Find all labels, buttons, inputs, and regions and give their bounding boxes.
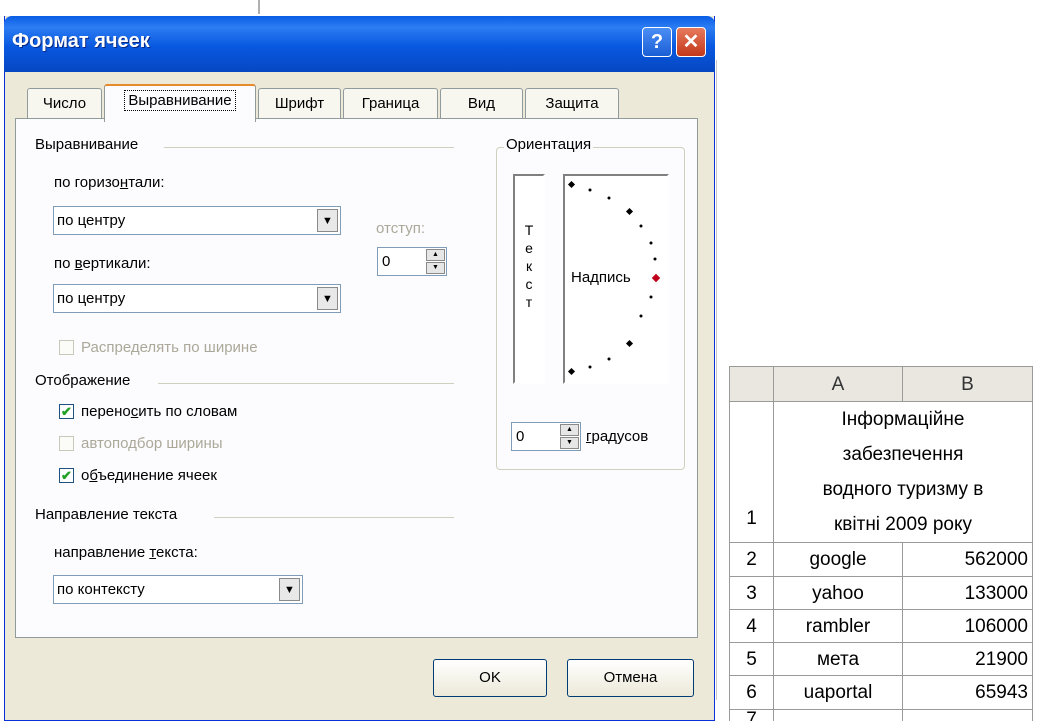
- title-line: забезпечення: [842, 444, 964, 465]
- merge-cells-checkbox[interactable]: ✔: [59, 468, 74, 483]
- table-cell[interactable]: uaportal: [774, 676, 903, 710]
- dial-marker-icon: [651, 273, 661, 283]
- table-cell[interactable]: [774, 710, 903, 721]
- dialog-title: Формат ячеек: [12, 30, 150, 52]
- degrees-spinner[interactable]: 0 ▲ ▼: [511, 422, 581, 451]
- horizontal-label: по горизонтали:: [54, 174, 165, 191]
- title-line: Інформаційне: [841, 409, 965, 430]
- check-icon: ✔: [61, 404, 72, 419]
- tab-border[interactable]: Граница: [343, 88, 438, 119]
- bg-gridline: [258, 0, 260, 14]
- vertical-text-char: к: [525, 258, 533, 274]
- tab-label: Число: [42, 95, 87, 112]
- tab-label: Граница: [361, 95, 420, 112]
- vertical-align-select[interactable]: по центру ▼: [53, 284, 341, 313]
- group-divider: [158, 383, 454, 384]
- close-button[interactable]: ✕: [676, 27, 706, 57]
- direction-group-label: Направление текста: [35, 506, 178, 523]
- chevron-down-icon[interactable]: ▼: [317, 287, 338, 310]
- check-icon: ✔: [61, 468, 72, 483]
- tab-protection[interactable]: Защита: [525, 88, 619, 119]
- close-icon: ✕: [682, 31, 700, 53]
- indent-spinner[interactable]: 0 ▲ ▼: [377, 247, 447, 276]
- table-cell[interactable]: yahoo: [774, 577, 903, 610]
- wrap-text-checkbox[interactable]: ✔: [59, 404, 74, 419]
- chevron-down-icon[interactable]: ▼: [317, 209, 338, 232]
- chevron-down-icon[interactable]: ▼: [279, 578, 300, 601]
- degrees-label: градусов: [586, 428, 649, 445]
- column-header-a[interactable]: A: [773, 366, 903, 402]
- table-cell[interactable]: 133000: [903, 577, 1033, 610]
- vertical-text-char: е: [525, 240, 533, 256]
- table-cell[interactable]: 65943: [903, 676, 1033, 710]
- direction-label: направление текста:: [54, 544, 198, 561]
- row-header[interactable]: 7: [729, 710, 774, 721]
- alignment-group-label: Выравнивание: [35, 136, 139, 153]
- ok-button[interactable]: OK: [433, 659, 547, 697]
- help-button[interactable]: ?: [642, 27, 672, 57]
- display-group-label: Отображение: [35, 372, 131, 389]
- table-cell[interactable]: мета: [774, 643, 903, 676]
- row-header[interactable]: 6: [729, 676, 774, 710]
- tab-patterns[interactable]: Вид: [440, 88, 523, 119]
- vertical-label: по вертикали:: [54, 255, 151, 272]
- autofit-checkbox[interactable]: [59, 436, 74, 451]
- tab-number[interactable]: Число: [27, 88, 102, 119]
- cancel-button[interactable]: Отмена: [567, 659, 694, 697]
- row-header[interactable]: 2: [729, 543, 774, 577]
- text-direction-value: по контексту: [57, 581, 145, 598]
- distribute-label: Распределять по ширине: [81, 339, 258, 356]
- column-header-b[interactable]: B: [902, 366, 1033, 402]
- row-header[interactable]: 1: [729, 402, 774, 543]
- tab-label: Защита: [545, 95, 599, 112]
- help-icon: ?: [650, 31, 664, 53]
- group-divider: [164, 147, 454, 148]
- group-divider: [214, 517, 454, 518]
- vertical-text-char: с: [525, 276, 533, 292]
- tab-font[interactable]: Шрифт: [258, 88, 341, 119]
- title-line: квітні 2009 року: [833, 514, 973, 535]
- tab-alignment[interactable]: Выравнивание: [104, 84, 256, 122]
- bg-gridline: [716, 60, 717, 700]
- vertical-text-char: Т: [524, 222, 534, 238]
- autofit-label: автоподбор ширины: [81, 435, 223, 452]
- spin-down-icon[interactable]: ▼: [426, 262, 445, 274]
- table-cell[interactable]: 21900: [903, 643, 1033, 676]
- vertical-align-value: по центру: [57, 290, 126, 307]
- spin-up-icon[interactable]: ▲: [426, 249, 445, 261]
- text-direction-select[interactable]: по контексту ▼: [53, 575, 303, 604]
- table-cell[interactable]: google: [774, 543, 903, 577]
- spin-up-icon[interactable]: ▲: [560, 424, 579, 436]
- horizontal-align-select[interactable]: по центру ▼: [53, 206, 341, 235]
- degrees-value: 0: [516, 428, 525, 445]
- merge-cells-label: объединение ячеек: [81, 467, 217, 484]
- corner-header[interactable]: [729, 366, 774, 402]
- vertical-text-char: т: [525, 294, 533, 310]
- row-header[interactable]: 5: [729, 643, 774, 676]
- title-line: водного туризму в: [822, 479, 984, 500]
- orientation-group-label: Ориентация: [504, 136, 594, 153]
- wrap-text-label: переносить по словам: [81, 403, 238, 420]
- table-cell[interactable]: 562000: [903, 543, 1033, 577]
- tab-label: Шрифт: [274, 95, 325, 112]
- table-cell[interactable]: rambler: [774, 610, 903, 643]
- tab-label: Вид: [467, 95, 496, 112]
- table-cell[interactable]: 106000: [903, 610, 1033, 643]
- row-header[interactable]: 3: [729, 577, 774, 610]
- horizontal-align-value: по центру: [57, 212, 126, 229]
- vertical-text-box[interactable]: Т е к с т: [513, 174, 545, 384]
- table-cell[interactable]: [903, 710, 1033, 721]
- merged-title-cell[interactable]: Інформаційне забезпечення водного туризм…: [774, 402, 1033, 543]
- orientation-dial[interactable]: Надпись: [563, 174, 669, 384]
- dial-label: Надпись: [571, 269, 631, 286]
- indent-value: 0: [382, 253, 391, 270]
- row-header[interactable]: 4: [729, 610, 774, 643]
- spin-down-icon[interactable]: ▼: [560, 437, 579, 449]
- tab-label: Выравнивание: [124, 90, 236, 111]
- indent-label: отступ:: [376, 220, 426, 237]
- title-bar: Формат ячеек ? ✕: [4, 16, 715, 72]
- distribute-checkbox[interactable]: [59, 340, 74, 355]
